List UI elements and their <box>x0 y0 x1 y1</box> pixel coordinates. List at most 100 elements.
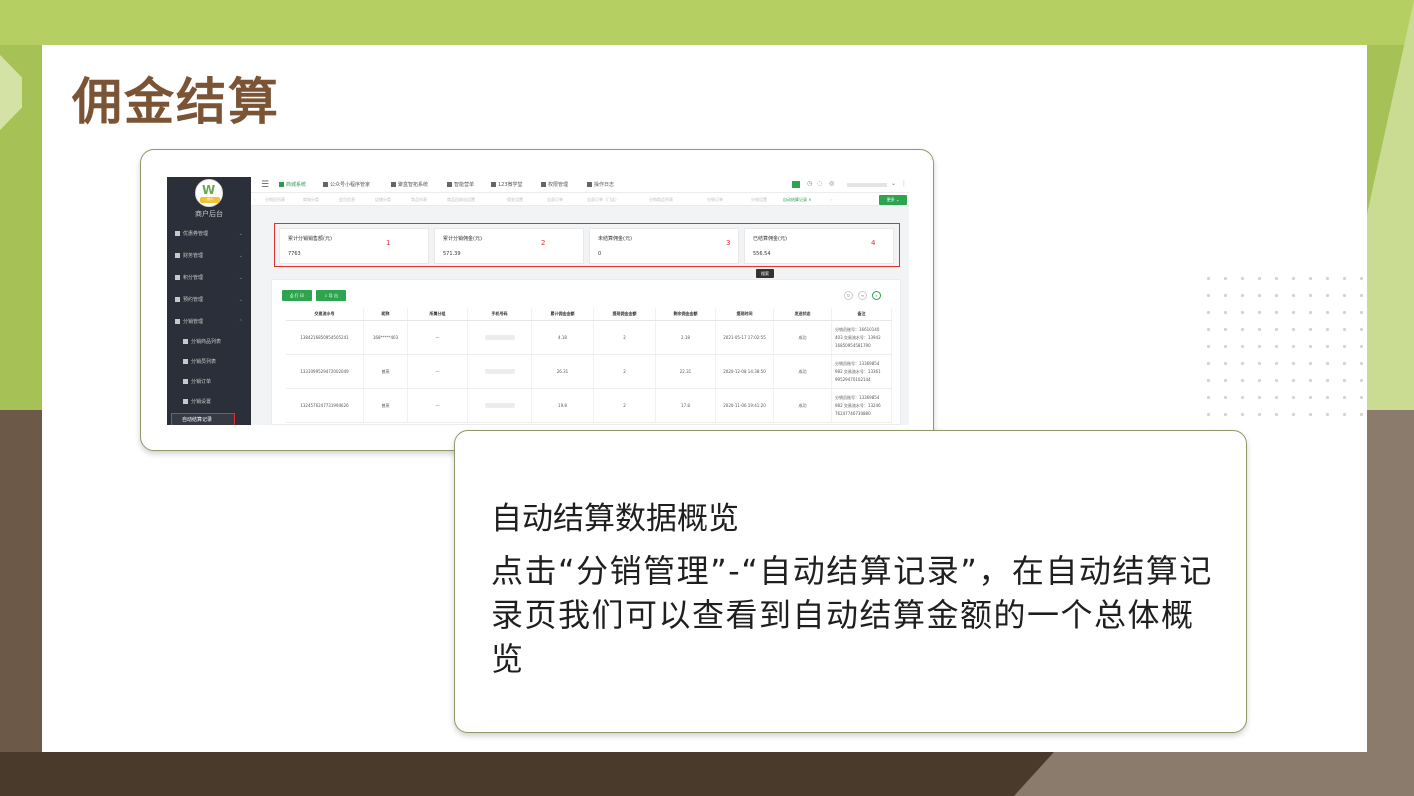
stat-label: 累计分销销售额(元) <box>288 236 332 242</box>
stat-value: 7763 <box>288 251 301 257</box>
table-row: 1324576247731994626 曾燕 — 19.8 2 17.8 202… <box>286 389 892 423</box>
sidebar-item-coupons[interactable]: 优惠券管理 ⌄ <box>175 227 247 241</box>
table-cell: 19.8 <box>532 389 594 422</box>
export-button[interactable]: ⇩ 导 出 <box>316 290 346 301</box>
sidebar-item-label: 积分管理 <box>183 275 204 281</box>
tab-auto-settlement[interactable]: 自动结算记录 × <box>783 193 812 206</box>
nav-academy[interactable]: 123微学堂 <box>491 177 523 193</box>
video-icon <box>491 182 496 187</box>
tab-item[interactable]: 分销员列表 <box>265 193 285 206</box>
column-header: 发送状态 <box>774 308 832 320</box>
tab-item[interactable]: 店铺分类 <box>375 193 391 206</box>
nav-official-account[interactable]: 公众号小程序管家 <box>323 177 370 193</box>
sidebar-subitem-products[interactable]: 分销商品列表 <box>183 335 249 349</box>
gear-icon <box>175 319 180 324</box>
print-button[interactable]: ⎙ 打 印 <box>282 290 312 301</box>
nav-permissions[interactable]: 权限管理 <box>541 177 568 193</box>
search-icon[interactable]: ⌕ <box>872 291 881 300</box>
sidebar-item-label: 预约管理 <box>183 297 204 303</box>
sidebar-subitem-members[interactable]: 分销员列表 <box>183 355 249 369</box>
chevron-up-icon: ⌃ <box>238 319 243 325</box>
stat-card: 累计分销销售额(元) 7763 1 <box>279 228 429 264</box>
table-cell-redacted <box>468 321 532 354</box>
clock-icon[interactable]: ◎ <box>829 180 834 187</box>
nav-jupan[interactable]: 聚盒智拓系统 <box>391 177 428 193</box>
tab-item[interactable]: 商城分类 <box>303 193 319 206</box>
table-cell: 分销员账号：13369854 982 交易流水号：13246 762477467… <box>832 389 892 422</box>
stat-card: 已结算佣金(元) 556.54 4 <box>744 228 894 264</box>
sidebar-item-booking[interactable]: 预约管理 ⌄ <box>175 293 247 307</box>
redacted-phone <box>484 403 515 408</box>
nav-logs[interactable]: 操作日志 <box>587 177 614 193</box>
chat-icon <box>323 182 328 187</box>
sidebar-item-label: 优惠券管理 <box>183 231 209 237</box>
table-cell: 2021-05-17 17:02:55 <box>716 321 774 354</box>
brand-logo-sub: 微众 <box>200 197 220 203</box>
tab-item[interactable]: 分销设置 <box>751 193 767 206</box>
sidebar-item-finance[interactable]: 财务管理 ⌄ <box>175 249 247 263</box>
tab-item[interactable]: 分销订单 <box>707 193 723 206</box>
table-cell: 26.31 <box>532 355 594 388</box>
column-header: 剩余佣金金额 <box>656 308 716 320</box>
order-icon <box>183 379 188 384</box>
stat-marker: 4 <box>871 239 876 247</box>
table-cell: — <box>408 389 468 422</box>
caption-heading: 自动结算数据概览 <box>491 501 739 537</box>
table-cell: 成功 <box>774 389 832 422</box>
table-cell: 17.8 <box>656 389 716 422</box>
slide-bottom-band-accent <box>1014 752 1414 796</box>
menu-icon[interactable]: ☰ <box>261 179 269 191</box>
close-icon[interactable]: × <box>808 197 811 202</box>
sidebar-item-points[interactable]: 积分管理 ⌄ <box>175 271 247 285</box>
table-cell: 1331099529472002049 <box>286 355 364 388</box>
nav-label: 聚盒智拓系统 <box>398 182 429 188</box>
app-sidebar: W 微众 商户后台 优惠券管理 ⌄ 财务管理 ⌄ 积分管理 ⌄ 预约管理 ⌄ 分销管理 ⌃… <box>167 177 251 425</box>
table-cell: 1324576247731994626 <box>286 389 364 422</box>
flag-icon <box>175 297 180 302</box>
stat-card: 累计分销佣金(元) 571.39 2 <box>434 228 584 264</box>
user-menu[interactable] <box>847 183 887 187</box>
chevron-down-icon[interactable]: ⌄ <box>891 180 896 187</box>
tab-item[interactable]: 全部订单 <box>547 193 563 206</box>
column-header: 手机号码 <box>468 308 532 320</box>
sidebar-subitem-label: 分销订单 <box>191 379 212 385</box>
sidebar-item-distribution[interactable]: 分销管理 ⌃ <box>175 315 247 329</box>
tab-item[interactable]: 佣金设置 <box>507 193 523 206</box>
search-tooltip: 搜索 <box>756 269 774 278</box>
tab-item[interactable]: 商品列表 <box>411 193 427 206</box>
sidebar-subitem-auto-settlement[interactable]: 自动结算记录 <box>171 413 235 425</box>
shield-icon <box>541 182 546 187</box>
stat-marker: 2 <box>541 239 546 247</box>
table-cell: 2.18 <box>656 321 716 354</box>
user-icon <box>183 359 188 364</box>
stat-label: 未结算佣金(元) <box>598 236 632 242</box>
table-cell: 2 <box>594 389 656 422</box>
table-cell: 168*****403 <box>364 321 408 354</box>
tab-item[interactable]: 商品回收站设置 <box>447 193 475 206</box>
stat-value: 0 <box>598 251 602 257</box>
tab-item[interactable]: 分销商品列表 <box>649 193 673 206</box>
nav-mall[interactable]: 商城系统 <box>279 177 306 193</box>
sidebar-subitem-settings[interactable]: 分销设置 <box>183 395 249 409</box>
more-icon[interactable]: ⋮ <box>901 180 907 187</box>
nav-smart-orders[interactable]: 智能营单 <box>447 177 474 193</box>
tab-item[interactable]: 全部订单（门店） <box>587 193 619 206</box>
table-cell: 曾燕 <box>364 389 408 422</box>
message-icon[interactable]: ◌ <box>817 180 822 187</box>
nav-label: 公众号小程序管家 <box>330 182 371 188</box>
redacted-phone <box>484 369 515 374</box>
stats-highlight-box: 累计分销销售额(元) 7763 1 累计分销佣金(元) 571.39 2 未结算… <box>274 223 900 267</box>
notification-icon[interactable] <box>792 181 800 188</box>
caption-body: 点击“分销管理”-“自动结算记录”，在自动结算记录页我们可以查看到自动结算金额的… <box>491 552 1213 678</box>
more-button[interactable]: 更多 ⌄ <box>879 195 907 205</box>
refresh-icon[interactable]: ↻ <box>844 291 853 300</box>
tab-scroll-right-icon[interactable]: › <box>831 193 833 206</box>
stat-marker: 3 <box>726 239 731 247</box>
bell-icon[interactable]: ◷ <box>807 180 812 187</box>
sidebar-subitem-orders[interactable]: 分销订单 <box>183 375 249 389</box>
print-label: 打 印 <box>294 293 304 298</box>
tab-scroll-left-icon[interactable]: ‹ <box>254 193 256 206</box>
filter-icon[interactable]: ≡ <box>858 291 867 300</box>
caption-card: 自动结算数据概览 点击“分销管理”-“自动结算记录”，在自动结算记录页我们可以查… <box>454 430 1247 733</box>
tab-item[interactable]: 会员信息 <box>339 193 355 206</box>
